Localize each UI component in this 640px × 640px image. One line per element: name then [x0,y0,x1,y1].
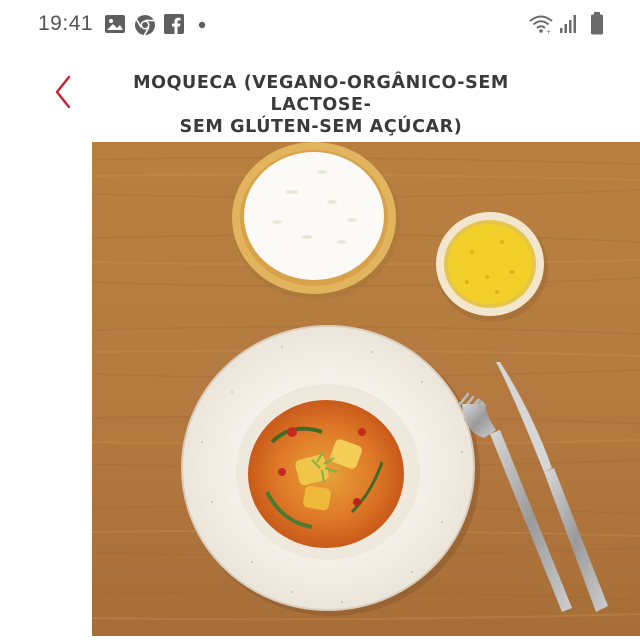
status-time: 19:41 [38,12,94,35]
signal-icon [559,14,579,34]
battery-icon [590,12,604,36]
svg-text:+: + [546,29,551,34]
page-title-line1: MOQUECA (VEGANO-ORGÂNICO-SEM LACTOSE- [133,73,509,115]
wifi-icon: + [528,14,554,34]
chrome-icon [134,14,156,36]
image-icon [104,14,126,34]
page-title: MOQUECA (VEGANO-ORGÂNICO-SEM LACTOSE- SE… [86,72,556,138]
facebook-icon [164,14,184,34]
status-bar: 19:41 + [0,0,640,48]
notification-dot-icon [198,21,206,29]
dish-photo [92,142,640,636]
page-title-line2: SEM GLÚTEN-SEM AÇÚCAR) [179,117,463,137]
back-button[interactable] [48,74,78,114]
chevron-left-icon [53,75,73,114]
header: MOQUECA (VEGANO-ORGÂNICO-SEM LACTOSE- SE… [0,56,640,138]
